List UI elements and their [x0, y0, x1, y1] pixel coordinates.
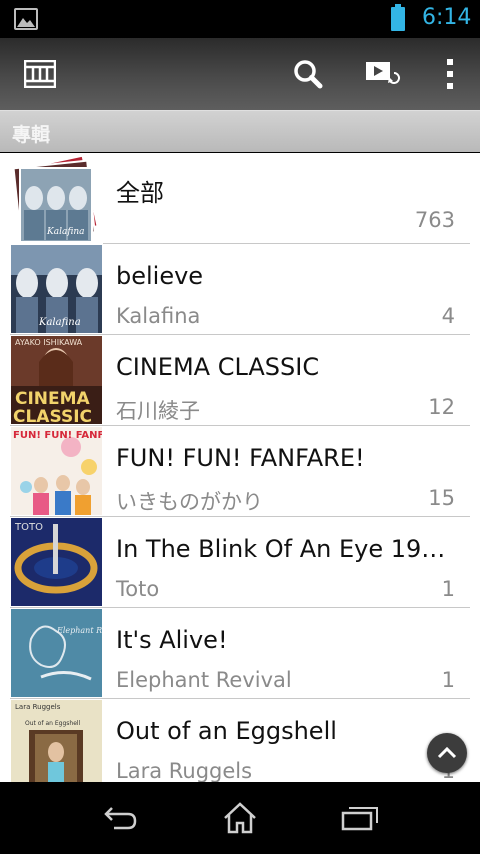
album-artist: いきものがかり	[116, 490, 263, 514]
album-row[interactable]: Elephant Revival It's Alive! Elephant Re…	[0, 608, 480, 699]
album-grid-icon[interactable]	[8, 38, 72, 110]
cover-text-fun: FUN! FUN! FANFARE!	[13, 430, 102, 441]
album-track-count: 15	[428, 486, 455, 510]
album-row[interactable]: AYAKO ISHIKAWA CINEMA CLASSIC CINEMA CLA…	[0, 335, 480, 426]
album-cover: Elephant Revival	[11, 609, 102, 697]
album-track-count: 4	[441, 304, 455, 328]
album-row[interactable]: Lara Ruggels Out of an Eggshell Out of a…	[0, 699, 480, 782]
album-title: believe	[116, 262, 204, 290]
section-title: 專輯	[12, 124, 51, 146]
album-track-count: 1	[441, 668, 455, 692]
album-title: Out of an Eggshell	[116, 717, 337, 745]
recent-apps-icon[interactable]	[320, 782, 400, 854]
album-track-count: 1	[441, 577, 455, 601]
cover-text-lara: Lara Ruggels	[15, 703, 61, 711]
album-title: FUN! FUN! FANFARE!	[116, 444, 365, 472]
cover-text-elephant: Elephant Revival	[56, 626, 102, 635]
cover-text-cinema: CINEMA	[15, 389, 91, 409]
cover-text-classic: CLASSIC	[13, 407, 92, 424]
navigation-bar	[0, 782, 480, 854]
back-icon[interactable]	[80, 782, 160, 854]
cover-text-eggshell: Out of an Eggshell	[25, 720, 81, 727]
album-row[interactable]: Kalafina believe Kalafina 4	[0, 244, 480, 335]
cover-text-artist: AYAKO ISHIKAWA	[15, 338, 83, 347]
album-cover: TOTO	[11, 518, 102, 606]
album-artist: Kalafina	[116, 304, 201, 328]
status-bar: 6:14	[0, 0, 480, 38]
album-title: 全部	[116, 179, 164, 207]
album-row-all[interactable]: Kalafina 全部 763	[0, 153, 480, 244]
album-track-count: 12	[428, 395, 455, 419]
cover-text-kalafina: Kalafina	[38, 317, 81, 328]
album-artist: Elephant Revival	[116, 668, 292, 692]
album-title: In The Blink Of An Eye 1977…	[116, 535, 456, 563]
album-list[interactable]: Kalafina 全部 763 Kalafina believe Kalafin…	[0, 153, 480, 782]
album-cover-all: Kalafina	[10, 154, 102, 243]
album-artist: Lara Ruggels	[116, 759, 253, 782]
cover-text-toto: TOTO	[14, 522, 43, 533]
status-clock: 6:14	[422, 5, 472, 30]
album-cover: AYAKO ISHIKAWA CINEMA CLASSIC	[11, 336, 102, 424]
album-row[interactable]: TOTO In The Blink Of An Eye 1977… Toto 1	[0, 517, 480, 608]
album-cover: FUN! FUN! FANFARE!	[11, 427, 102, 515]
album-track-count: 763	[414, 208, 455, 232]
battery-icon	[391, 4, 405, 31]
action-bar	[0, 38, 480, 110]
cover-text-kalafina-all: Kalafina	[46, 227, 85, 237]
overflow-menu-icon[interactable]	[418, 38, 480, 110]
album-cover: Lara Ruggels Out of an Eggshell	[11, 700, 102, 782]
album-artist: 石川綾子	[116, 399, 200, 423]
home-icon[interactable]	[200, 782, 280, 854]
section-header: 專輯	[0, 110, 480, 152]
album-title: It's Alive!	[116, 626, 228, 654]
search-icon[interactable]	[276, 38, 340, 110]
gallery-icon	[14, 8, 38, 30]
play-queue-icon[interactable]	[352, 38, 416, 110]
chevron-up-icon	[437, 747, 457, 759]
album-title: CINEMA CLASSIC	[116, 353, 320, 381]
album-artist: Toto	[116, 577, 160, 601]
album-cover: Kalafina	[11, 245, 102, 333]
album-row[interactable]: FUN! FUN! FANFARE! FUN! FUN! FANFARE! いき…	[0, 426, 480, 517]
scroll-to-top-button[interactable]	[427, 733, 467, 773]
